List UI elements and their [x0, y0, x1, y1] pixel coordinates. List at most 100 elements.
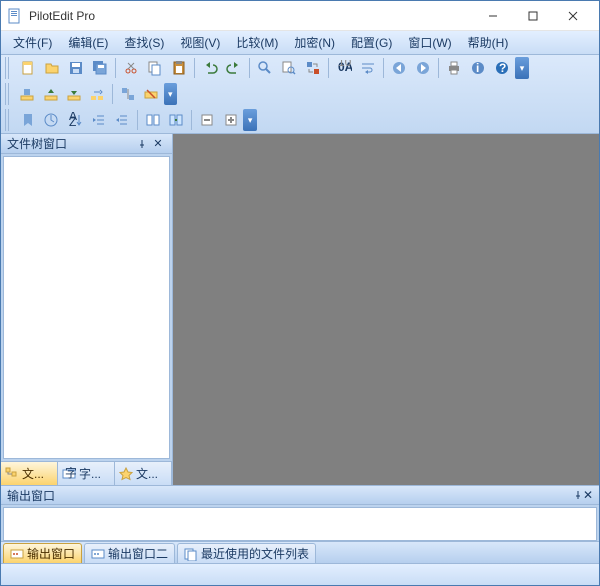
- toolbar-grip[interactable]: [5, 83, 11, 105]
- print-button[interactable]: [443, 57, 465, 79]
- bottom-tab-output2[interactable]: 输出窗口二: [84, 543, 175, 563]
- menu-compare[interactable]: 比较(M): [228, 32, 286, 53]
- char-icon: 字: [62, 467, 76, 481]
- bottom-tabs: 输出窗口 输出窗口二 最近使用的文件列表: [1, 541, 599, 563]
- wrap-button[interactable]: [357, 57, 379, 79]
- save-button[interactable]: [65, 57, 87, 79]
- close-panel-icon[interactable]: ✕: [150, 136, 166, 152]
- tree-icon: [5, 467, 19, 481]
- compare-button[interactable]: [142, 109, 164, 131]
- ftp-upload-button[interactable]: [40, 83, 61, 105]
- sort-button[interactable]: AZ: [64, 109, 86, 131]
- output-header: 输出窗口 ✕: [1, 485, 599, 505]
- bottom-panel: 输出窗口 ✕ 输出窗口 输出窗口二 最近使用的文件列表: [1, 485, 599, 563]
- next-button[interactable]: [412, 57, 434, 79]
- output-body[interactable]: [3, 507, 597, 541]
- svg-text:Z: Z: [69, 115, 76, 128]
- pin-icon[interactable]: [573, 490, 583, 500]
- svg-text:10: 10: [338, 60, 352, 69]
- editor-area[interactable]: [173, 134, 599, 485]
- toolbar-overflow[interactable]: ▾: [515, 57, 529, 79]
- close-button[interactable]: [553, 2, 593, 30]
- redo-button[interactable]: [223, 57, 245, 79]
- toolbar-area: 0A10 i ? ▾ ▾ AZ: [1, 55, 599, 134]
- ftp-download-button[interactable]: [63, 83, 84, 105]
- copy-button[interactable]: [144, 57, 166, 79]
- ftp-connect-button[interactable]: [17, 83, 38, 105]
- menu-view[interactable]: 视图(V): [172, 32, 228, 53]
- open-file-button[interactable]: [41, 57, 63, 79]
- toolbar-separator: [137, 110, 138, 130]
- bottom-tab-label: 输出窗口二: [108, 545, 168, 562]
- toolbar-separator: [383, 58, 384, 78]
- menu-search[interactable]: 查找(S): [116, 32, 172, 53]
- toolbar-overflow[interactable]: ▾: [164, 83, 178, 105]
- sidebar-tab-chars[interactable]: 字 字...: [58, 462, 115, 485]
- new-file-button[interactable]: [17, 57, 39, 79]
- sidebar-tab-label: 文...: [22, 465, 44, 482]
- outdent-button[interactable]: [111, 109, 133, 131]
- pin-icon[interactable]: [134, 136, 150, 152]
- toolbar-separator: [115, 58, 116, 78]
- toolbar-row-3: AZ ▾: [1, 107, 261, 133]
- output-icon: [91, 547, 105, 561]
- ftp-sync-button[interactable]: [87, 83, 108, 105]
- toolbar-separator: [194, 58, 195, 78]
- sidebar-tabs: 文... 字 字... 文...: [1, 461, 172, 485]
- body-area: 文件树窗口 ✕ 文... 字 字... 文...: [1, 134, 599, 485]
- ftp-disconnect-button[interactable]: [140, 83, 161, 105]
- collapse-button[interactable]: [196, 109, 218, 131]
- undo-button[interactable]: [199, 57, 221, 79]
- expand-button[interactable]: [220, 109, 242, 131]
- bottom-tab-recent[interactable]: 最近使用的文件列表: [177, 543, 316, 563]
- title-bar[interactable]: PilotEdit Pro: [1, 1, 599, 31]
- about-button[interactable]: i: [467, 57, 489, 79]
- toolbar-grip[interactable]: [5, 57, 11, 79]
- toolbar-separator: [112, 84, 113, 104]
- find-button[interactable]: [254, 57, 276, 79]
- paste-button[interactable]: [168, 57, 190, 79]
- cut-button[interactable]: [120, 57, 142, 79]
- ftp-refresh-button[interactable]: [117, 83, 138, 105]
- bookmark-button[interactable]: [17, 109, 39, 131]
- replace-button[interactable]: [302, 57, 324, 79]
- status-bar: [1, 563, 599, 585]
- file-tree-title: 文件树窗口: [7, 135, 67, 152]
- close-panel-icon[interactable]: ✕: [583, 488, 593, 502]
- merge-button[interactable]: [166, 109, 188, 131]
- menu-encrypt[interactable]: 加密(N): [286, 32, 343, 53]
- save-all-button[interactable]: [89, 57, 111, 79]
- star-icon: [119, 467, 133, 481]
- app-title: PilotEdit Pro: [29, 9, 473, 23]
- sidebar-tab-favorites[interactable]: 文...: [115, 462, 172, 485]
- find-in-files-button[interactable]: [278, 57, 300, 79]
- menu-bar: 文件(F) 编辑(E) 查找(S) 视图(V) 比较(M) 加密(N) 配置(G…: [1, 31, 599, 55]
- hex-button[interactable]: 0A10: [333, 57, 355, 79]
- toolbar-overflow[interactable]: ▾: [243, 109, 257, 131]
- maximize-button[interactable]: [513, 2, 553, 30]
- svg-text:i: i: [476, 61, 479, 75]
- menu-config[interactable]: 配置(G): [343, 32, 400, 53]
- menu-help[interactable]: 帮助(H): [460, 32, 517, 53]
- goto-button[interactable]: [40, 109, 62, 131]
- file-tree-body[interactable]: [3, 156, 170, 459]
- toolbar-row-1: 0A10 i ? ▾: [1, 55, 599, 81]
- menu-window[interactable]: 窗口(W): [400, 32, 459, 53]
- toolbar-separator: [328, 58, 329, 78]
- window-controls: [473, 2, 593, 30]
- indent-button[interactable]: [88, 109, 110, 131]
- minimize-button[interactable]: [473, 2, 513, 30]
- toolbar-separator: [249, 58, 250, 78]
- toolbar-grip[interactable]: [5, 109, 11, 131]
- sidebar-tab-files[interactable]: 文...: [1, 462, 58, 485]
- help-button[interactable]: ?: [491, 57, 513, 79]
- prev-button[interactable]: [388, 57, 410, 79]
- output-icon: [10, 547, 24, 561]
- toolbar-row-2: ▾: [1, 81, 181, 107]
- menu-edit[interactable]: 编辑(E): [60, 32, 116, 53]
- menu-file[interactable]: 文件(F): [5, 32, 60, 53]
- file-tree-header: 文件树窗口 ✕: [1, 134, 172, 154]
- sidebar-tab-label: 文...: [136, 465, 158, 482]
- bottom-tab-output[interactable]: 输出窗口: [3, 543, 82, 563]
- bottom-tab-label: 输出窗口: [27, 545, 75, 562]
